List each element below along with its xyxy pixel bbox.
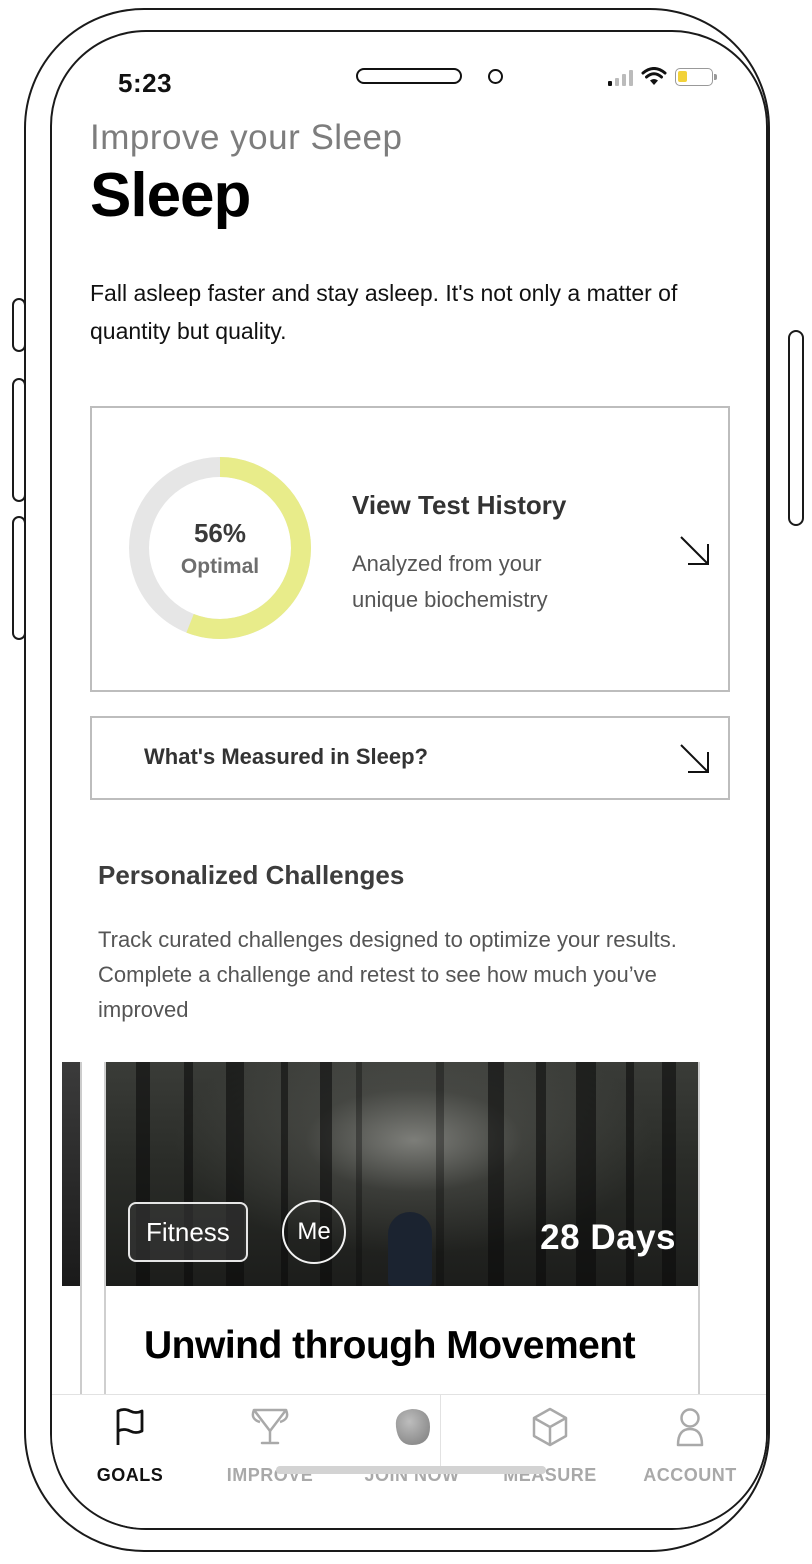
nav-item-goals[interactable]: GOALS: [60, 1405, 200, 1486]
challenges-description: Track curated challenges designed to opt…: [98, 927, 677, 1022]
score-percent: 56%: [193, 517, 247, 548]
test-history-title: View Test History: [352, 490, 567, 520]
arrow-down-right-icon: [680, 744, 709, 773]
score-status: Optimal: [180, 554, 260, 578]
camera-dot: [488, 69, 503, 84]
challenges-title: Personalized Challenges: [98, 860, 405, 890]
page-eyebrow: Improve your Sleep: [90, 118, 403, 157]
nav-item-account[interactable]: ACCOUNT: [620, 1405, 760, 1486]
score-ring: 56% Optimal: [128, 456, 312, 640]
test-history-subtitle: Analyzed from your unique biochemistry: [352, 551, 548, 612]
me-badge: Me: [282, 1200, 346, 1264]
hooded-figure: [388, 1212, 432, 1286]
whats-measured-row[interactable]: What's Measured in Sleep?: [90, 716, 730, 800]
fitness-tag: Fitness: [128, 1202, 248, 1262]
page-intro: Fall asleep faster and stay asleep. It's…: [90, 280, 678, 344]
blob-icon: [395, 1409, 430, 1445]
status-icons: [608, 64, 717, 90]
nav-label-account: ACCOUNT: [643, 1465, 737, 1485]
wifi-icon: [641, 67, 667, 85]
test-history-card[interactable]: 56% Optimal View Test History Analyzed f…: [90, 406, 730, 692]
phone-screen: 5:23 Improve your Sleep Sleep Fall aslee…: [50, 30, 768, 1530]
cube-icon: [532, 1407, 568, 1447]
challenge-duration: 28 Days: [540, 1218, 676, 1257]
speaker-notch: [356, 68, 462, 84]
battery-icon: [675, 68, 717, 86]
status-time: 5:23: [118, 68, 173, 98]
whats-measured-label: What's Measured in Sleep?: [144, 744, 428, 769]
home-indicator: [276, 1466, 546, 1474]
bottom-nav: GOALS IMPROVE JOIN NOW MEASURE ACCOUNT: [52, 1394, 766, 1528]
signal-icon: [608, 68, 633, 86]
power-button: [788, 330, 804, 526]
arrow-down-right-icon: [680, 536, 709, 565]
trophy-icon: [251, 1408, 289, 1445]
nav-label-goals: GOALS: [96, 1465, 164, 1485]
user-icon: [676, 1408, 704, 1447]
challenge-title: Unwind through Movement: [144, 1324, 636, 1367]
page-title: Sleep: [90, 161, 251, 230]
flag-icon: [116, 1408, 144, 1445]
